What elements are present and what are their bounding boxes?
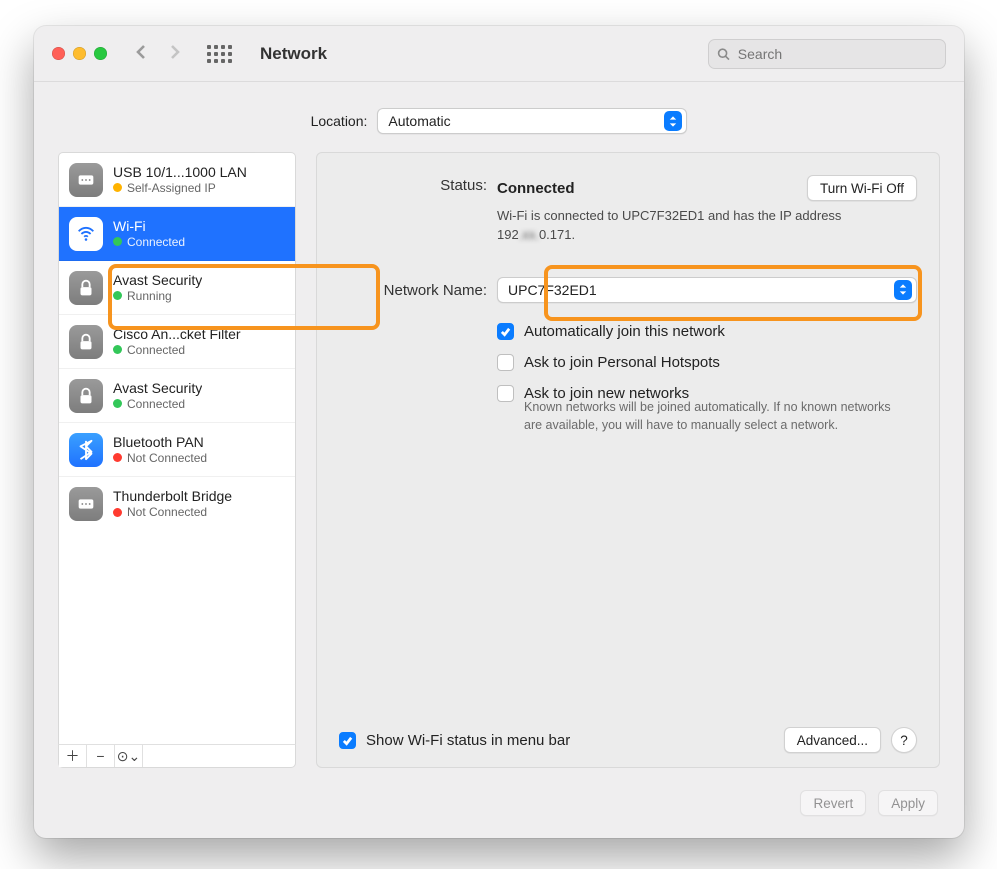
status-dot-icon — [113, 453, 122, 462]
add-interface-button[interactable]: ＋ — [59, 745, 87, 767]
interface-name: Bluetooth PAN — [113, 434, 207, 451]
show-menu-label: Show Wi-Fi status in menu bar — [366, 732, 570, 749]
interface-row-avast-security-1[interactable]: Avast Security Running — [59, 261, 295, 315]
show-menu-checkbox[interactable] — [339, 732, 356, 749]
location-select[interactable]: Automatic — [377, 108, 687, 134]
checkbox-icon — [497, 323, 514, 340]
minimize-window-button[interactable] — [73, 47, 86, 60]
interface-row-cisco[interactable]: Cisco An...cket Filter Connected — [59, 315, 295, 369]
network-name-label: Network Name: — [339, 280, 487, 299]
lock-icon — [69, 379, 103, 413]
interface-status: Not Connected — [127, 505, 207, 519]
wifi-toggle-button[interactable]: Turn Wi-Fi Off — [807, 175, 917, 201]
detail-panel: Status: Connected Turn Wi-Fi Off Wi-Fi i… — [316, 152, 940, 768]
bluetooth-icon — [69, 433, 103, 467]
interface-status: Connected — [127, 343, 185, 357]
wifi-icon — [69, 217, 103, 251]
ethernet-icon — [69, 163, 103, 197]
show-all-preferences-button[interactable] — [207, 45, 232, 63]
interface-status: Running — [127, 289, 172, 303]
search-icon — [717, 47, 730, 61]
interface-name: USB 10/1...1000 LAN — [113, 164, 247, 181]
forward-button[interactable] — [167, 44, 183, 63]
network-preferences-window: Network Location: Automatic US — [34, 26, 964, 838]
location-row: Location: Automatic — [34, 82, 964, 152]
interface-status: Self-Assigned IP — [127, 181, 216, 195]
status-dot-icon — [113, 508, 122, 517]
status-dot-icon — [113, 345, 122, 354]
remove-interface-button[interactable]: − — [87, 745, 115, 767]
checkbox-icon — [497, 385, 514, 402]
network-name-select[interactable]: UPC7F32ED1 — [497, 277, 917, 303]
interface-row-bluetooth-pan[interactable]: Bluetooth PAN Not Connected — [59, 423, 295, 477]
network-name-value: UPC7F32ED1 — [508, 282, 894, 298]
interface-row-avast-security-2[interactable]: Avast Security Connected — [59, 369, 295, 423]
interface-row-thunderbolt-bridge[interactable]: Thunderbolt Bridge Not Connected — [59, 477, 295, 531]
interface-sidebar: USB 10/1...1000 LAN Self-Assigned IP Wi-… — [58, 152, 296, 768]
status-label: Status: — [339, 175, 487, 194]
interface-status: Connected — [127, 397, 185, 411]
select-stepper-icon — [664, 111, 682, 131]
auto-join-checkbox[interactable]: Automatically join this network — [497, 323, 917, 340]
close-window-button[interactable] — [52, 47, 65, 60]
lock-icon — [69, 325, 103, 359]
interface-status: Not Connected — [127, 451, 207, 465]
search-field[interactable] — [708, 39, 946, 69]
interface-name: Wi-Fi — [113, 218, 185, 235]
interface-name: Thunderbolt Bridge — [113, 488, 232, 505]
interface-name: Avast Security — [113, 380, 202, 397]
status-dot-icon — [113, 399, 122, 408]
ask-new-networks-hint: Known networks will be joined automatica… — [524, 398, 894, 434]
checkbox-icon — [497, 354, 514, 371]
back-button[interactable] — [133, 44, 149, 63]
revert-button[interactable]: Revert — [800, 790, 866, 816]
status-dot-icon — [113, 183, 122, 192]
apply-button[interactable]: Apply — [878, 790, 938, 816]
status-dot-icon — [113, 291, 122, 300]
status-dot-icon — [113, 237, 122, 246]
lock-icon — [69, 271, 103, 305]
window-titlebar: Network — [34, 26, 964, 82]
ask-hotspot-checkbox[interactable]: Ask to join Personal Hotspots — [497, 354, 917, 371]
interface-row-wifi[interactable]: Wi-Fi Connected — [59, 207, 295, 261]
select-stepper-icon — [894, 280, 912, 300]
traffic-lights — [52, 47, 107, 60]
window-title: Network — [260, 44, 327, 64]
location-value: Automatic — [388, 113, 664, 129]
zoom-window-button[interactable] — [94, 47, 107, 60]
help-button[interactable]: ? — [891, 727, 917, 753]
interface-row-usb-lan[interactable]: USB 10/1...1000 LAN Self-Assigned IP — [59, 153, 295, 207]
redacted-ip-part: .xx. — [519, 226, 539, 245]
interface-name: Avast Security — [113, 272, 202, 289]
interface-list[interactable]: USB 10/1...1000 LAN Self-Assigned IP Wi-… — [58, 152, 296, 744]
status-value: Connected — [497, 180, 575, 197]
location-label: Location: — [311, 113, 368, 129]
interface-actions-button[interactable]: ⊙⌄ — [115, 745, 143, 767]
interface-list-footer: ＋ − ⊙⌄ — [58, 744, 296, 768]
search-input[interactable] — [736, 45, 937, 63]
window-footer: Revert Apply — [34, 782, 964, 838]
status-description: Wi-Fi is connected to UPC7F32ED1 and has… — [497, 207, 857, 245]
advanced-button[interactable]: Advanced... — [784, 727, 881, 753]
ethernet-icon — [69, 487, 103, 521]
interface-status: Connected — [127, 235, 185, 249]
interface-name: Cisco An...cket Filter — [113, 326, 241, 343]
